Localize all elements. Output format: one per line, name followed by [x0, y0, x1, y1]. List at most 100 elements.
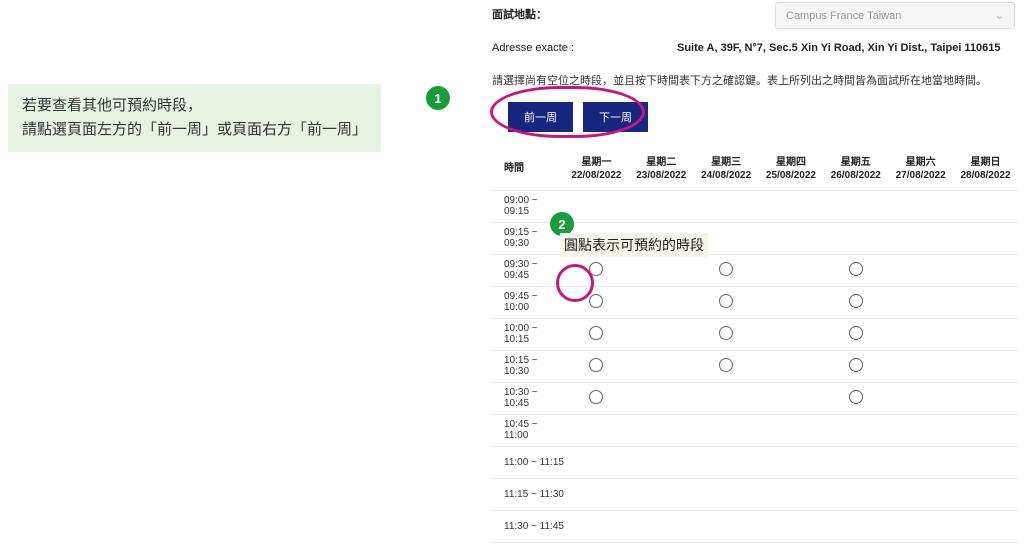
slot-cell [629, 286, 694, 318]
slot-cell [888, 222, 953, 254]
slot-cell [629, 446, 694, 478]
slot-radio[interactable] [849, 294, 863, 308]
hint-line-2: 請點選頁面左方的「前一周」或頁面右方「前一周」 [22, 118, 367, 142]
time-cell: 11:15 ~ 11:30 [492, 478, 564, 510]
header-day-0: 星期一22/08/2022 [564, 148, 629, 190]
table-row: 10:30 ~ 10:45 [492, 382, 1018, 414]
slot-cell [629, 414, 694, 446]
slot-cell [759, 350, 824, 382]
slot-cell [953, 478, 1018, 510]
slot-radio[interactable] [589, 390, 603, 404]
slot-radio[interactable] [719, 262, 733, 276]
schedule-table: 時間 星期一22/08/2022 星期二23/08/2022 星期三24/08/… [492, 148, 1018, 543]
next-week-button[interactable]: 下一周 [583, 102, 648, 132]
slot-radio[interactable] [849, 358, 863, 372]
time-cell: 10:00 ~ 10:15 [492, 318, 564, 350]
slot-cell [759, 286, 824, 318]
slot-cell [629, 190, 694, 222]
slot-cell [953, 190, 1018, 222]
annotation-radio-note: 圓點表示可預約的時段 [560, 233, 708, 257]
time-cell: 09:30 ~ 09:45 [492, 254, 564, 286]
slot-cell [953, 350, 1018, 382]
time-cell: 10:15 ~ 10:30 [492, 350, 564, 382]
time-cell: 11:00 ~ 11:15 [492, 446, 564, 478]
slot-cell [694, 414, 759, 446]
slot-radio[interactable] [589, 262, 603, 276]
location-select[interactable]: Campus France Taiwan ⌄ [775, 2, 1015, 29]
slot-cell [759, 414, 824, 446]
slot-cell [564, 350, 629, 382]
slot-cell [564, 414, 629, 446]
slot-radio[interactable] [589, 326, 603, 340]
slot-cell [564, 510, 629, 542]
prev-week-button[interactable]: 前一周 [508, 102, 573, 132]
hint-box: 若要查看其他可預約時段， 請點選頁面左方的「前一周」或頁面右方「前一周」 [8, 84, 381, 152]
slot-cell [694, 510, 759, 542]
slot-cell [888, 382, 953, 414]
header-day-5: 星期六27/08/2022 [888, 148, 953, 190]
slot-radio[interactable] [589, 294, 603, 308]
slot-cell [823, 254, 888, 286]
slot-radio[interactable] [849, 390, 863, 404]
header-day-4: 星期五26/08/2022 [823, 148, 888, 190]
slot-cell [823, 318, 888, 350]
slot-cell [953, 414, 1018, 446]
slot-cell [888, 478, 953, 510]
location-label: 面試地點： [492, 6, 692, 22]
slot-cell [564, 286, 629, 318]
slot-cell [888, 446, 953, 478]
slot-cell [823, 286, 888, 318]
slot-cell [823, 446, 888, 478]
table-row: 11:30 ~ 11:45 [492, 510, 1018, 542]
slot-cell [823, 190, 888, 222]
slot-cell [823, 222, 888, 254]
slot-cell [629, 510, 694, 542]
slot-cell [823, 350, 888, 382]
slot-cell [888, 510, 953, 542]
slot-cell [888, 350, 953, 382]
slot-cell [759, 510, 824, 542]
slot-radio[interactable] [849, 262, 863, 276]
slot-radio[interactable] [719, 358, 733, 372]
slot-cell [759, 254, 824, 286]
slot-cell [823, 510, 888, 542]
header-time: 時間 [492, 148, 564, 190]
slot-radio[interactable] [719, 326, 733, 340]
instruction-text: 請選擇尚有空位之時段，並且按下時間表下方之確認鍵。表上所列出之時間皆為面試所在地… [492, 72, 987, 88]
slot-cell [759, 446, 824, 478]
slot-radio[interactable] [589, 358, 603, 372]
slot-radio[interactable] [849, 326, 863, 340]
slot-cell [953, 382, 1018, 414]
location-value: Campus France Taiwan [786, 10, 901, 22]
slot-cell [564, 478, 629, 510]
slot-cell [694, 478, 759, 510]
slot-cell [694, 286, 759, 318]
time-cell: 09:45 ~ 10:00 [492, 286, 564, 318]
slot-cell [888, 318, 953, 350]
annotation-badge-1: 1 [426, 86, 450, 110]
slot-cell [629, 254, 694, 286]
header-day-1: 星期二23/08/2022 [629, 148, 694, 190]
slot-cell [694, 382, 759, 414]
slot-cell [564, 190, 629, 222]
table-row: 11:15 ~ 11:30 [492, 478, 1018, 510]
slot-radio[interactable] [719, 294, 733, 308]
time-cell: 10:45 ~ 11:00 [492, 414, 564, 446]
slot-cell [564, 254, 629, 286]
table-row: 09:45 ~ 10:00 [492, 286, 1018, 318]
slot-cell [888, 254, 953, 286]
slot-cell [694, 446, 759, 478]
slot-cell [888, 286, 953, 318]
slot-cell [953, 510, 1018, 542]
slot-cell [564, 318, 629, 350]
table-row: 10:15 ~ 10:30 [492, 350, 1018, 382]
slot-cell [694, 318, 759, 350]
slot-cell [759, 222, 824, 254]
table-row: 10:00 ~ 10:15 [492, 318, 1018, 350]
address-label: Adresse exacte : [492, 42, 677, 54]
slot-cell [759, 318, 824, 350]
header-day-6: 星期日28/08/2022 [953, 148, 1018, 190]
chevron-down-icon: ⌄ [995, 9, 1004, 22]
slot-cell [953, 446, 1018, 478]
slot-cell [759, 190, 824, 222]
